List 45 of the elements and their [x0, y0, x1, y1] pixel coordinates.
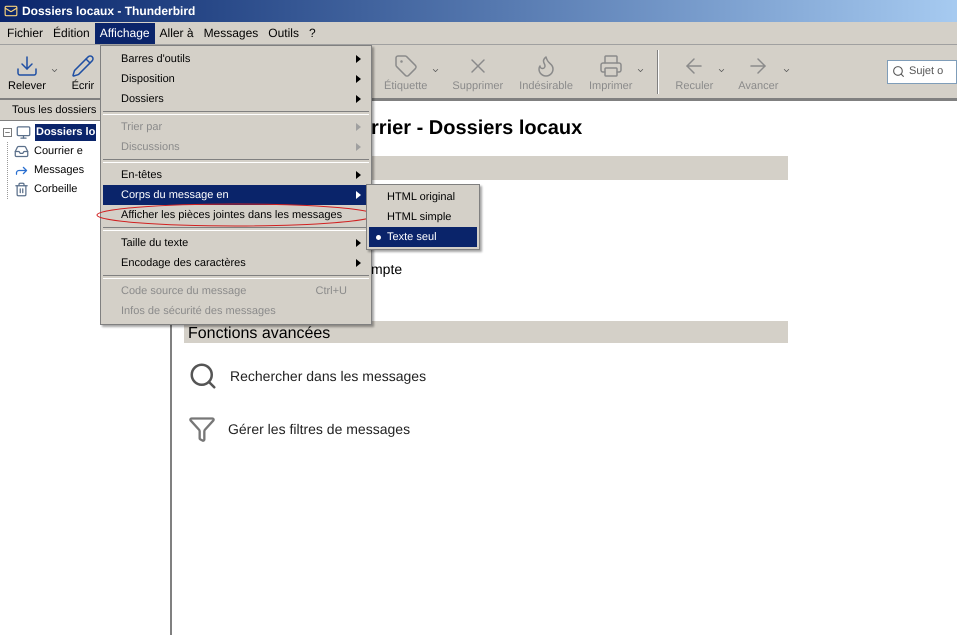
menu-item[interactable]: HTML original — [369, 187, 477, 207]
pane-header: Tous les dossiers — [12, 102, 96, 118]
action-link[interactable]: Gérer les filtres de messages — [228, 418, 410, 440]
search-field[interactable]: Sujet o — [887, 60, 957, 84]
funnel-icon — [188, 415, 216, 443]
tray-icon — [14, 144, 29, 159]
menu-item[interactable]: Messages — [198, 22, 264, 44]
menu-item[interactable]: Affichage — [94, 22, 155, 44]
body-text: mpte — [371, 261, 402, 277]
menu-item[interactable]: Taille du texte — [103, 233, 369, 253]
pencil-icon — [70, 54, 95, 78]
search-icon — [892, 65, 905, 78]
toolbar-button[interactable]: Écrir — [66, 50, 99, 94]
page-heading: rrier - Dossiers locaux — [371, 117, 582, 139]
menu-item[interactable]: Fichier — [2, 22, 48, 44]
menu-item[interactable]: Dossiers — [103, 89, 369, 109]
download-icon — [14, 54, 39, 78]
magnifier-icon — [188, 361, 218, 391]
app-icon — [4, 4, 18, 18]
menu-item[interactable]: HTML simple — [369, 207, 477, 227]
window-title: Dossiers locaux - Thunderbird — [22, 3, 196, 20]
menu-item[interactable]: Encodage des caractères — [103, 253, 369, 273]
menu-item[interactable]: Corps du message en — [103, 185, 369, 205]
menu-item[interactable]: ? — [304, 22, 321, 44]
menu-item[interactable]: Texte seul — [369, 227, 477, 247]
menu-item[interactable]: Aller à — [154, 22, 199, 44]
menu-item[interactable]: Outils — [263, 22, 304, 44]
folder-item[interactable]: Corbeille — [33, 181, 78, 198]
action-link[interactable]: Rechercher dans les messages — [230, 366, 426, 386]
shortcut-text: Ctrl+U — [316, 284, 347, 299]
toolbar-button[interactable]: Relever — [4, 50, 50, 94]
trash-icon — [14, 182, 29, 197]
menu-item[interactable]: Barres d'outils — [103, 49, 369, 69]
section-title: Fonctions avancées — [188, 325, 330, 343]
menu-item[interactable]: Disposition — [103, 69, 369, 89]
folder-item[interactable]: Dossiers lo — [35, 124, 96, 141]
tag-icon — [394, 54, 418, 78]
menu-item[interactable]: En-têtes — [103, 165, 369, 185]
menu-item[interactable]: Afficher les pièces jointes dans les messages — [103, 205, 369, 225]
folder-item[interactable]: Courrier e — [33, 143, 84, 160]
printer-icon — [598, 54, 623, 78]
monitor-icon — [16, 125, 31, 140]
folder-item[interactable]: Messages — [33, 162, 86, 179]
menu-item[interactable]: Édition — [48, 22, 95, 44]
collapse-toggle-icon[interactable] — [3, 128, 12, 137]
